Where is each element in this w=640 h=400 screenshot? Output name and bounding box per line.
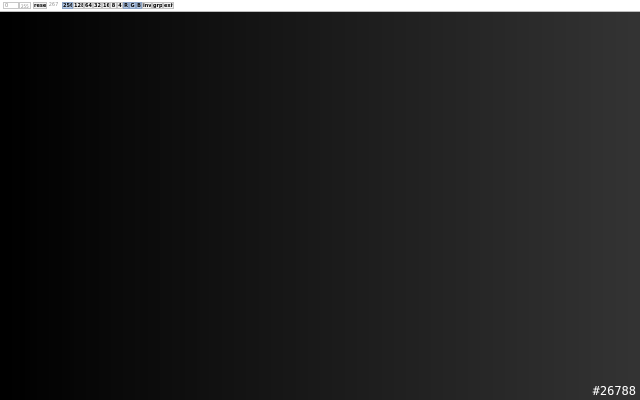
gradient-band xyxy=(221,12,234,400)
gradient-band xyxy=(24,12,37,400)
exit-button[interactable]: exit xyxy=(163,2,174,9)
gradient-band xyxy=(467,12,481,400)
gradient-band xyxy=(123,12,136,400)
gradient-band xyxy=(529,12,542,400)
gradient-band xyxy=(246,12,259,400)
gradient-band xyxy=(369,12,382,400)
gradient-band xyxy=(430,12,444,400)
gradient-band xyxy=(98,12,111,400)
gradient-band xyxy=(160,12,173,400)
gradient-band xyxy=(627,12,640,400)
gradient-band xyxy=(615,12,628,400)
step-16-button[interactable]: 16 xyxy=(102,2,110,9)
gradient-band xyxy=(320,12,333,400)
gradient-band xyxy=(591,12,604,400)
gradient-band xyxy=(135,12,148,400)
gradient-band xyxy=(443,12,456,400)
gradient-band xyxy=(578,12,591,400)
reset-button[interactable]: reset xyxy=(33,2,47,9)
gradient-band xyxy=(36,12,50,400)
gradient-band xyxy=(344,12,358,400)
gradient-band xyxy=(73,12,87,400)
gradient-band xyxy=(283,12,296,400)
gradient-band xyxy=(406,12,419,400)
group-button[interactable]: grp xyxy=(152,2,163,9)
gradient-band xyxy=(554,12,567,400)
gradient-band xyxy=(172,12,185,400)
gradient-band xyxy=(492,12,505,400)
gradient-band xyxy=(381,12,394,400)
step-128-button[interactable]: 128 xyxy=(73,2,84,9)
gradient-band xyxy=(504,12,518,400)
gradient-band xyxy=(307,12,321,400)
gradient-band xyxy=(603,12,616,400)
gradient-band xyxy=(332,12,345,400)
count-readout: 267 xyxy=(48,2,59,8)
gradient-band xyxy=(110,12,124,400)
gradient-band xyxy=(147,12,161,400)
gradient-band xyxy=(12,12,25,400)
invert-button[interactable]: inv xyxy=(142,2,152,9)
gradient-band xyxy=(233,12,247,400)
gradient-band xyxy=(184,12,197,400)
image-tag: #26788 xyxy=(592,384,636,398)
gradient-band xyxy=(357,12,370,400)
gradient-band xyxy=(418,12,431,400)
gradient-band xyxy=(209,12,222,400)
gradient-band xyxy=(270,12,284,400)
gradient-band xyxy=(455,12,468,400)
step-64-button[interactable]: 64 xyxy=(84,2,93,9)
gradient-band xyxy=(0,12,13,400)
gradient-band xyxy=(197,12,210,400)
step-256-button[interactable]: 256 xyxy=(62,2,73,9)
value-input[interactable]: 0 xyxy=(3,2,19,9)
toolbar: 0 255 reset 267 256 128 64 32 16 8 4 R G… xyxy=(0,0,640,12)
step-32-button[interactable]: 32 xyxy=(93,2,102,9)
max-input[interactable]: 255 xyxy=(19,2,31,9)
gradient-band xyxy=(86,12,99,400)
step-8-button[interactable]: 8 xyxy=(110,2,117,9)
channel-g-toggle[interactable]: G xyxy=(129,2,136,9)
gradient-band xyxy=(61,12,74,400)
gradient-band xyxy=(480,12,493,400)
gradient-band xyxy=(295,12,308,400)
gradient-display xyxy=(0,12,640,400)
gradient-band xyxy=(566,12,579,400)
gradient-band xyxy=(541,12,555,400)
gradient-band xyxy=(394,12,407,400)
gradient-band xyxy=(517,12,530,400)
gradient-band xyxy=(258,12,271,400)
gradient-band xyxy=(49,12,62,400)
